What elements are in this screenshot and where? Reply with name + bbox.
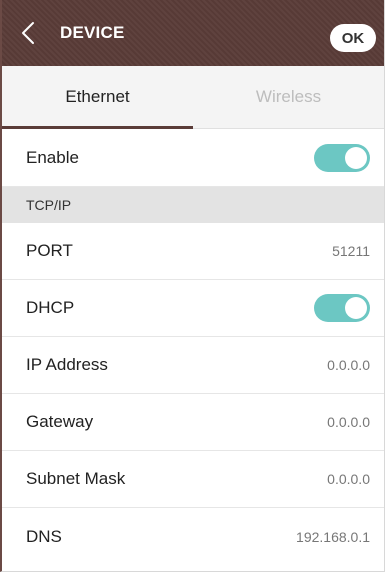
gateway-label: Gateway xyxy=(26,412,94,431)
dhcp-label: DHCP xyxy=(26,298,75,317)
tab-bar: Ethernet Wireless xyxy=(2,66,384,129)
enable-toggle-knob xyxy=(345,146,367,169)
dhcp-toggle-knob xyxy=(345,297,367,319)
enable-label: Enable xyxy=(26,147,79,167)
gateway-row[interactable]: Gateway 0.0.0.0 xyxy=(2,394,384,451)
enable-row: Enable xyxy=(2,129,384,187)
chevron-left-icon xyxy=(22,22,34,44)
dns-value: 192.168.0.1 xyxy=(296,528,370,545)
port-row[interactable]: PORT 51211 xyxy=(2,223,384,280)
dns-row[interactable]: DNS 192.168.0.1 xyxy=(2,508,384,565)
back-button[interactable] xyxy=(2,0,54,66)
dhcp-row: DHCP xyxy=(2,280,384,337)
page-title: DEVICE xyxy=(60,23,125,42)
app-header: DEVICE OK xyxy=(2,0,384,66)
subnet-mask-row[interactable]: Subnet Mask 0.0.0.0 xyxy=(2,451,384,508)
enable-toggle[interactable] xyxy=(314,143,370,172)
port-label: PORT xyxy=(26,241,73,260)
ip-address-value: 0.0.0.0 xyxy=(327,357,370,373)
dhcp-toggle[interactable] xyxy=(314,294,370,322)
ip-address-row[interactable]: IP Address 0.0.0.0 xyxy=(2,337,384,394)
tab-wireless[interactable]: Wireless xyxy=(193,66,384,128)
subnet-mask-label: Subnet Mask xyxy=(26,469,126,488)
ok-button[interactable]: OK xyxy=(330,24,376,52)
tab-ethernet[interactable]: Ethernet xyxy=(2,66,193,129)
subnet-mask-value: 0.0.0.0 xyxy=(327,471,370,487)
dns-label: DNS xyxy=(26,526,62,546)
device-settings-screen: DEVICE OK Ethernet Wireless Enable TCP/I… xyxy=(0,0,385,572)
gateway-value: 0.0.0.0 xyxy=(327,414,370,430)
section-header-tcpip: TCP/IP xyxy=(2,187,384,223)
ip-address-label: IP Address xyxy=(26,355,108,374)
port-value: 51211 xyxy=(332,243,370,259)
